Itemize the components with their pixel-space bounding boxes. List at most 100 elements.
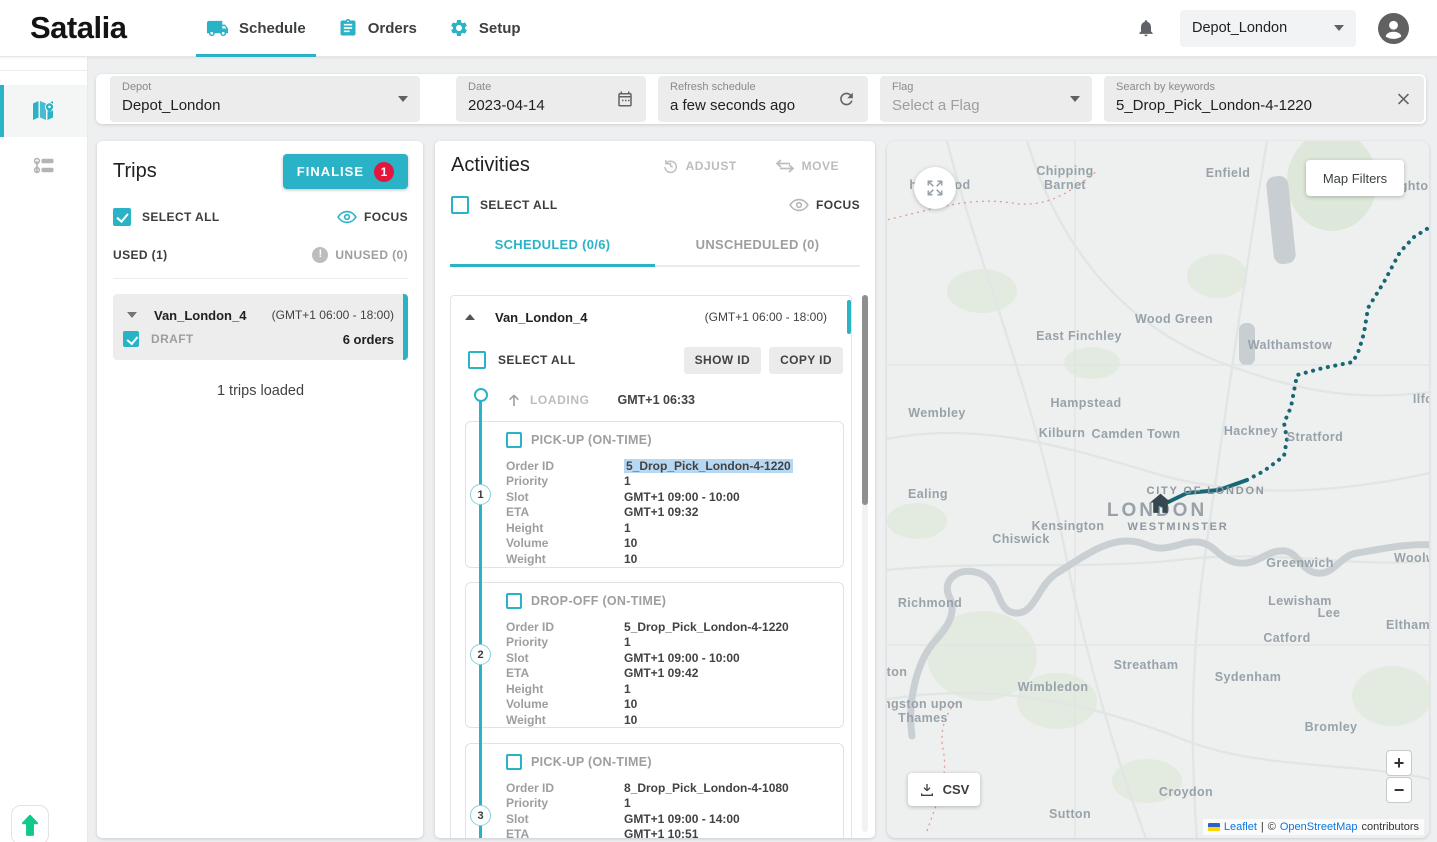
refresh-value: a few seconds ago bbox=[670, 96, 834, 116]
chevron-down-icon bbox=[1334, 25, 1344, 31]
tab-schedule[interactable]: Schedule bbox=[190, 0, 322, 57]
eta-value: GMT+1 09:42 bbox=[624, 666, 698, 680]
field-label: Height bbox=[506, 682, 624, 696]
collapse-chevron-up-icon[interactable] bbox=[465, 314, 475, 320]
warning-icon bbox=[312, 247, 328, 263]
trip-shift: (GMT+1 06:00 - 18:00) bbox=[272, 308, 394, 322]
clear-search-icon[interactable] bbox=[1395, 91, 1412, 108]
activity-checkbox[interactable] bbox=[506, 754, 522, 770]
tab-unscheduled[interactable]: UNSCHEDULED (0) bbox=[655, 226, 860, 265]
trip-status-badge: DRAFT bbox=[151, 332, 194, 346]
map-expand-button[interactable] bbox=[914, 167, 956, 209]
priority-value: 1 bbox=[624, 635, 631, 649]
filter-date-value: 2023-04-14 bbox=[468, 96, 612, 116]
activities-title: Activities bbox=[451, 154, 530, 177]
volume-value: 10 bbox=[624, 536, 637, 550]
copy-id-button[interactable]: COPY ID bbox=[769, 347, 843, 374]
activity-card[interactable]: PICK-UP (ON-TIME) Order ID5_Drop_Pick_Lo… bbox=[465, 421, 844, 568]
osm-link[interactable]: OpenStreetMap bbox=[1280, 821, 1358, 833]
csv-label: CSV bbox=[943, 782, 970, 797]
order-id-value: 5_Drop_Pick_London-4-1220 bbox=[624, 459, 793, 473]
trips-loaded-status: 1 trips loaded bbox=[113, 383, 408, 399]
order-id-value: 5_Drop_Pick_London-4-1220 bbox=[624, 620, 789, 634]
chevron-down-icon bbox=[398, 96, 408, 102]
unused-tab[interactable]: UNUSED (0) bbox=[312, 247, 408, 263]
zoom-in-button[interactable]: + bbox=[1386, 750, 1412, 776]
filter-search[interactable]: Search by keywords 5_Drop_Pick_London-4-… bbox=[1104, 76, 1424, 122]
activity-checkbox[interactable] bbox=[506, 432, 522, 448]
notifications-bell-icon[interactable] bbox=[1134, 16, 1158, 40]
filter-refresh-schedule[interactable]: Refresh schedule a few seconds ago bbox=[658, 76, 868, 122]
sidebar-item-timeline-view[interactable] bbox=[0, 141, 87, 193]
activity-card[interactable]: DROP-OFF (ON-TIME) Order ID5_Drop_Pick_L… bbox=[465, 582, 844, 728]
vehicle-shift: (GMT+1 06:00 - 18:00) bbox=[705, 310, 827, 324]
slot-value: GMT+1 09:00 - 10:00 bbox=[624, 490, 740, 504]
nav-label-setup: Setup bbox=[479, 20, 521, 37]
sidebar-item-map-view[interactable] bbox=[0, 85, 87, 137]
depot-home-marker[interactable] bbox=[1148, 491, 1173, 521]
activity-checkbox[interactable] bbox=[506, 593, 522, 609]
nav-label-schedule: Schedule bbox=[239, 20, 306, 37]
loading-label: LOADING bbox=[530, 393, 590, 407]
used-tab[interactable]: USED (1) bbox=[113, 248, 168, 262]
filter-flag[interactable]: Flag Select a Flag bbox=[880, 76, 1092, 122]
activity-card[interactable]: PICK-UP (ON-TIME) Order ID8_Drop_Pick_Lo… bbox=[465, 743, 844, 838]
account-avatar[interactable] bbox=[1378, 13, 1409, 44]
history-clock-icon bbox=[662, 157, 679, 174]
slot-value: GMT+1 09:00 - 14:00 bbox=[624, 812, 740, 826]
eye-icon bbox=[337, 210, 357, 224]
trip-checkbox[interactable] bbox=[123, 331, 139, 347]
field-label: Slot bbox=[506, 490, 624, 504]
height-value: 1 bbox=[624, 521, 631, 535]
calendar-icon bbox=[616, 90, 634, 108]
trips-select-all-checkbox[interactable] bbox=[113, 208, 131, 226]
tab-setup[interactable]: Setup bbox=[433, 0, 537, 57]
map-canvas bbox=[887, 141, 1429, 838]
activities-focus-button[interactable]: FOCUS bbox=[789, 198, 860, 212]
leaflet-link[interactable]: Leaflet bbox=[1224, 821, 1257, 833]
scrollbar-thumb[interactable] bbox=[862, 295, 868, 505]
finalise-button[interactable]: FINALISE 1 bbox=[283, 154, 408, 189]
download-icon bbox=[919, 782, 935, 798]
help-launcher-button[interactable] bbox=[11, 805, 49, 842]
show-id-button[interactable]: SHOW ID bbox=[684, 347, 761, 374]
finalise-label: FINALISE bbox=[297, 164, 364, 179]
field-label: Volume bbox=[506, 697, 624, 711]
route-timeline-line bbox=[479, 400, 482, 838]
group-select-all-checkbox[interactable] bbox=[468, 351, 486, 369]
zoom-out-button[interactable]: − bbox=[1386, 777, 1412, 803]
weight-value: 10 bbox=[624, 713, 637, 727]
depot-select[interactable]: Depot_London bbox=[1180, 10, 1356, 47]
filter-depot[interactable]: Depot Depot_London bbox=[110, 76, 420, 122]
arrow-up-icon bbox=[506, 392, 522, 408]
tab-scheduled[interactable]: SCHEDULED (0/6) bbox=[450, 226, 655, 265]
left-sidebar bbox=[0, 57, 88, 842]
map-panel[interactable]: hamwood Chipping Barnet Enfield Loughton… bbox=[887, 141, 1429, 838]
map-filters-button[interactable]: Map Filters bbox=[1306, 160, 1404, 196]
trip-card[interactable]: Van_London_4 (GMT+1 06:00 - 18:00) DRAFT… bbox=[113, 294, 408, 360]
trip-order-count: 6 orders bbox=[343, 332, 394, 347]
activities-select-all-checkbox[interactable] bbox=[451, 196, 469, 214]
tab-orders[interactable]: Orders bbox=[322, 0, 433, 57]
refresh-icon[interactable] bbox=[837, 90, 856, 109]
vehicle-name: Van_London_4 bbox=[495, 310, 587, 325]
csv-export-button[interactable]: CSV bbox=[908, 773, 980, 806]
vehicle-group: Van_London_4 (GMT+1 06:00 - 18:00) SELEC… bbox=[450, 295, 852, 838]
filter-flag-label: Flag bbox=[892, 81, 1058, 94]
priority-value: 1 bbox=[624, 796, 631, 810]
vehicle-group-header[interactable]: Van_London_4 (GMT+1 06:00 - 18:00) bbox=[451, 296, 851, 338]
adjust-button[interactable]: ADJUST bbox=[662, 157, 737, 174]
field-label: Priority bbox=[506, 635, 624, 649]
satalia-logo: Satalia bbox=[30, 10, 170, 46]
map-route-icon bbox=[31, 100, 57, 122]
field-label: Order ID bbox=[506, 620, 624, 634]
filter-date-label: Date bbox=[468, 81, 612, 94]
trips-focus-button[interactable]: FOCUS bbox=[337, 210, 408, 224]
filter-bar: Depot Depot_London Date 2023-04-14 Refre… bbox=[96, 74, 1426, 124]
activity-type: PICK-UP (ON-TIME) bbox=[531, 433, 652, 447]
activities-scroll-area: Van_London_4 (GMT+1 06:00 - 18:00) SELEC… bbox=[435, 295, 875, 838]
move-button[interactable]: MOVE bbox=[775, 157, 839, 174]
attribution-divider: | bbox=[1261, 821, 1264, 833]
collapse-chevron-icon[interactable] bbox=[127, 312, 137, 318]
filter-date[interactable]: Date 2023-04-14 bbox=[456, 76, 646, 122]
